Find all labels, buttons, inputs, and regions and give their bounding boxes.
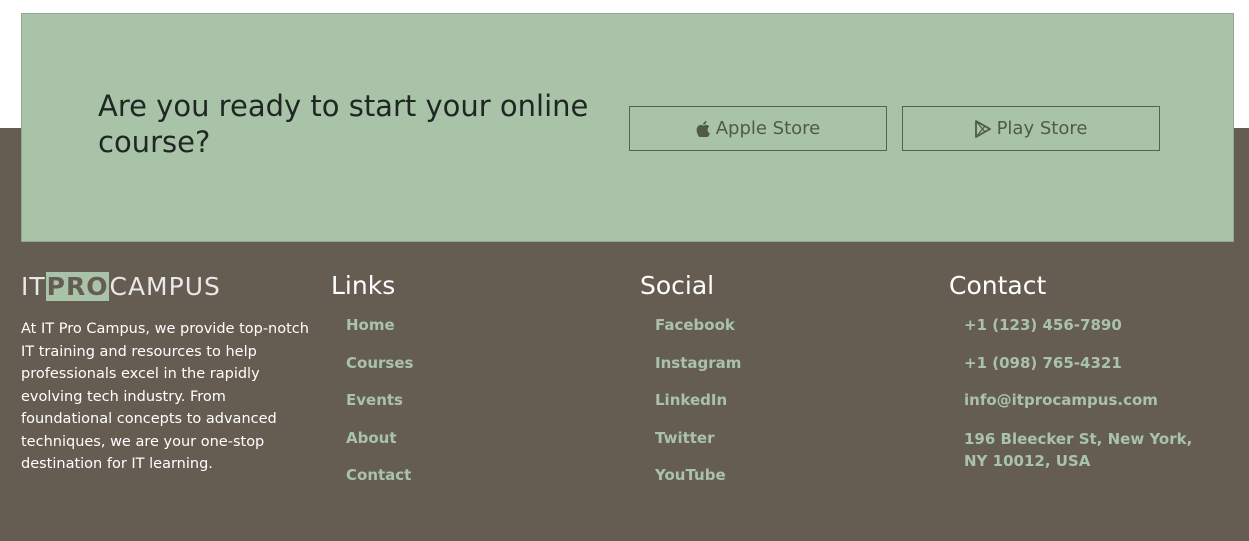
link-events[interactable]: Events — [346, 391, 403, 409]
play-store-button[interactable]: Play Store — [902, 106, 1160, 151]
social-column: Social Facebook Instagram LinkedIn Twitt… — [640, 270, 741, 484]
play-store-icon — [974, 119, 991, 138]
play-store-label: Play Store — [996, 118, 1088, 139]
link-home[interactable]: Home — [346, 316, 395, 334]
about-description: At IT Pro Campus, we provide top-notch I… — [21, 321, 309, 472]
link-courses[interactable]: Courses — [346, 354, 413, 372]
contact-phone-2[interactable]: +1 (098) 765-4321 — [964, 354, 1122, 372]
apple-store-button[interactable]: Apple Store — [629, 106, 887, 151]
social-twitter[interactable]: Twitter — [655, 429, 715, 447]
links-heading: Links — [331, 271, 396, 300]
cta-banner: Are you ready to start your online cours… — [21, 13, 1234, 242]
contact-address: 196 Bleecker St, New York, NY 10012, USA — [964, 430, 1193, 470]
links-column: Links Home Courses Events About Contact — [331, 270, 413, 484]
social-youtube[interactable]: YouTube — [655, 466, 726, 484]
apple-store-label: Apple Store — [715, 118, 821, 139]
social-instagram[interactable]: Instagram — [655, 354, 741, 372]
logo-campus: CAMPUS — [109, 272, 221, 301]
link-contact[interactable]: Contact — [346, 466, 411, 484]
contact-email[interactable]: info@itprocampus.com — [964, 391, 1158, 409]
apple-icon — [696, 120, 710, 137]
social-facebook[interactable]: Facebook — [655, 316, 735, 334]
contact-phone-1[interactable]: +1 (123) 456-7890 — [964, 316, 1122, 334]
social-linkedin[interactable]: LinkedIn — [655, 391, 727, 409]
logo-pro: PRO — [45, 272, 110, 301]
link-about[interactable]: About — [346, 429, 397, 447]
cta-title: Are you ready to start your online cours… — [98, 89, 589, 159]
itprocampus-logo[interactable]: ITPROCAMPUS — [21, 272, 221, 302]
social-heading: Social — [640, 271, 715, 300]
contact-heading: Contact — [949, 271, 1047, 300]
contact-column: Contact +1 (123) 456-7890 +1 (098) 765-4… — [949, 270, 1192, 470]
logo-it: IT — [21, 272, 46, 301]
